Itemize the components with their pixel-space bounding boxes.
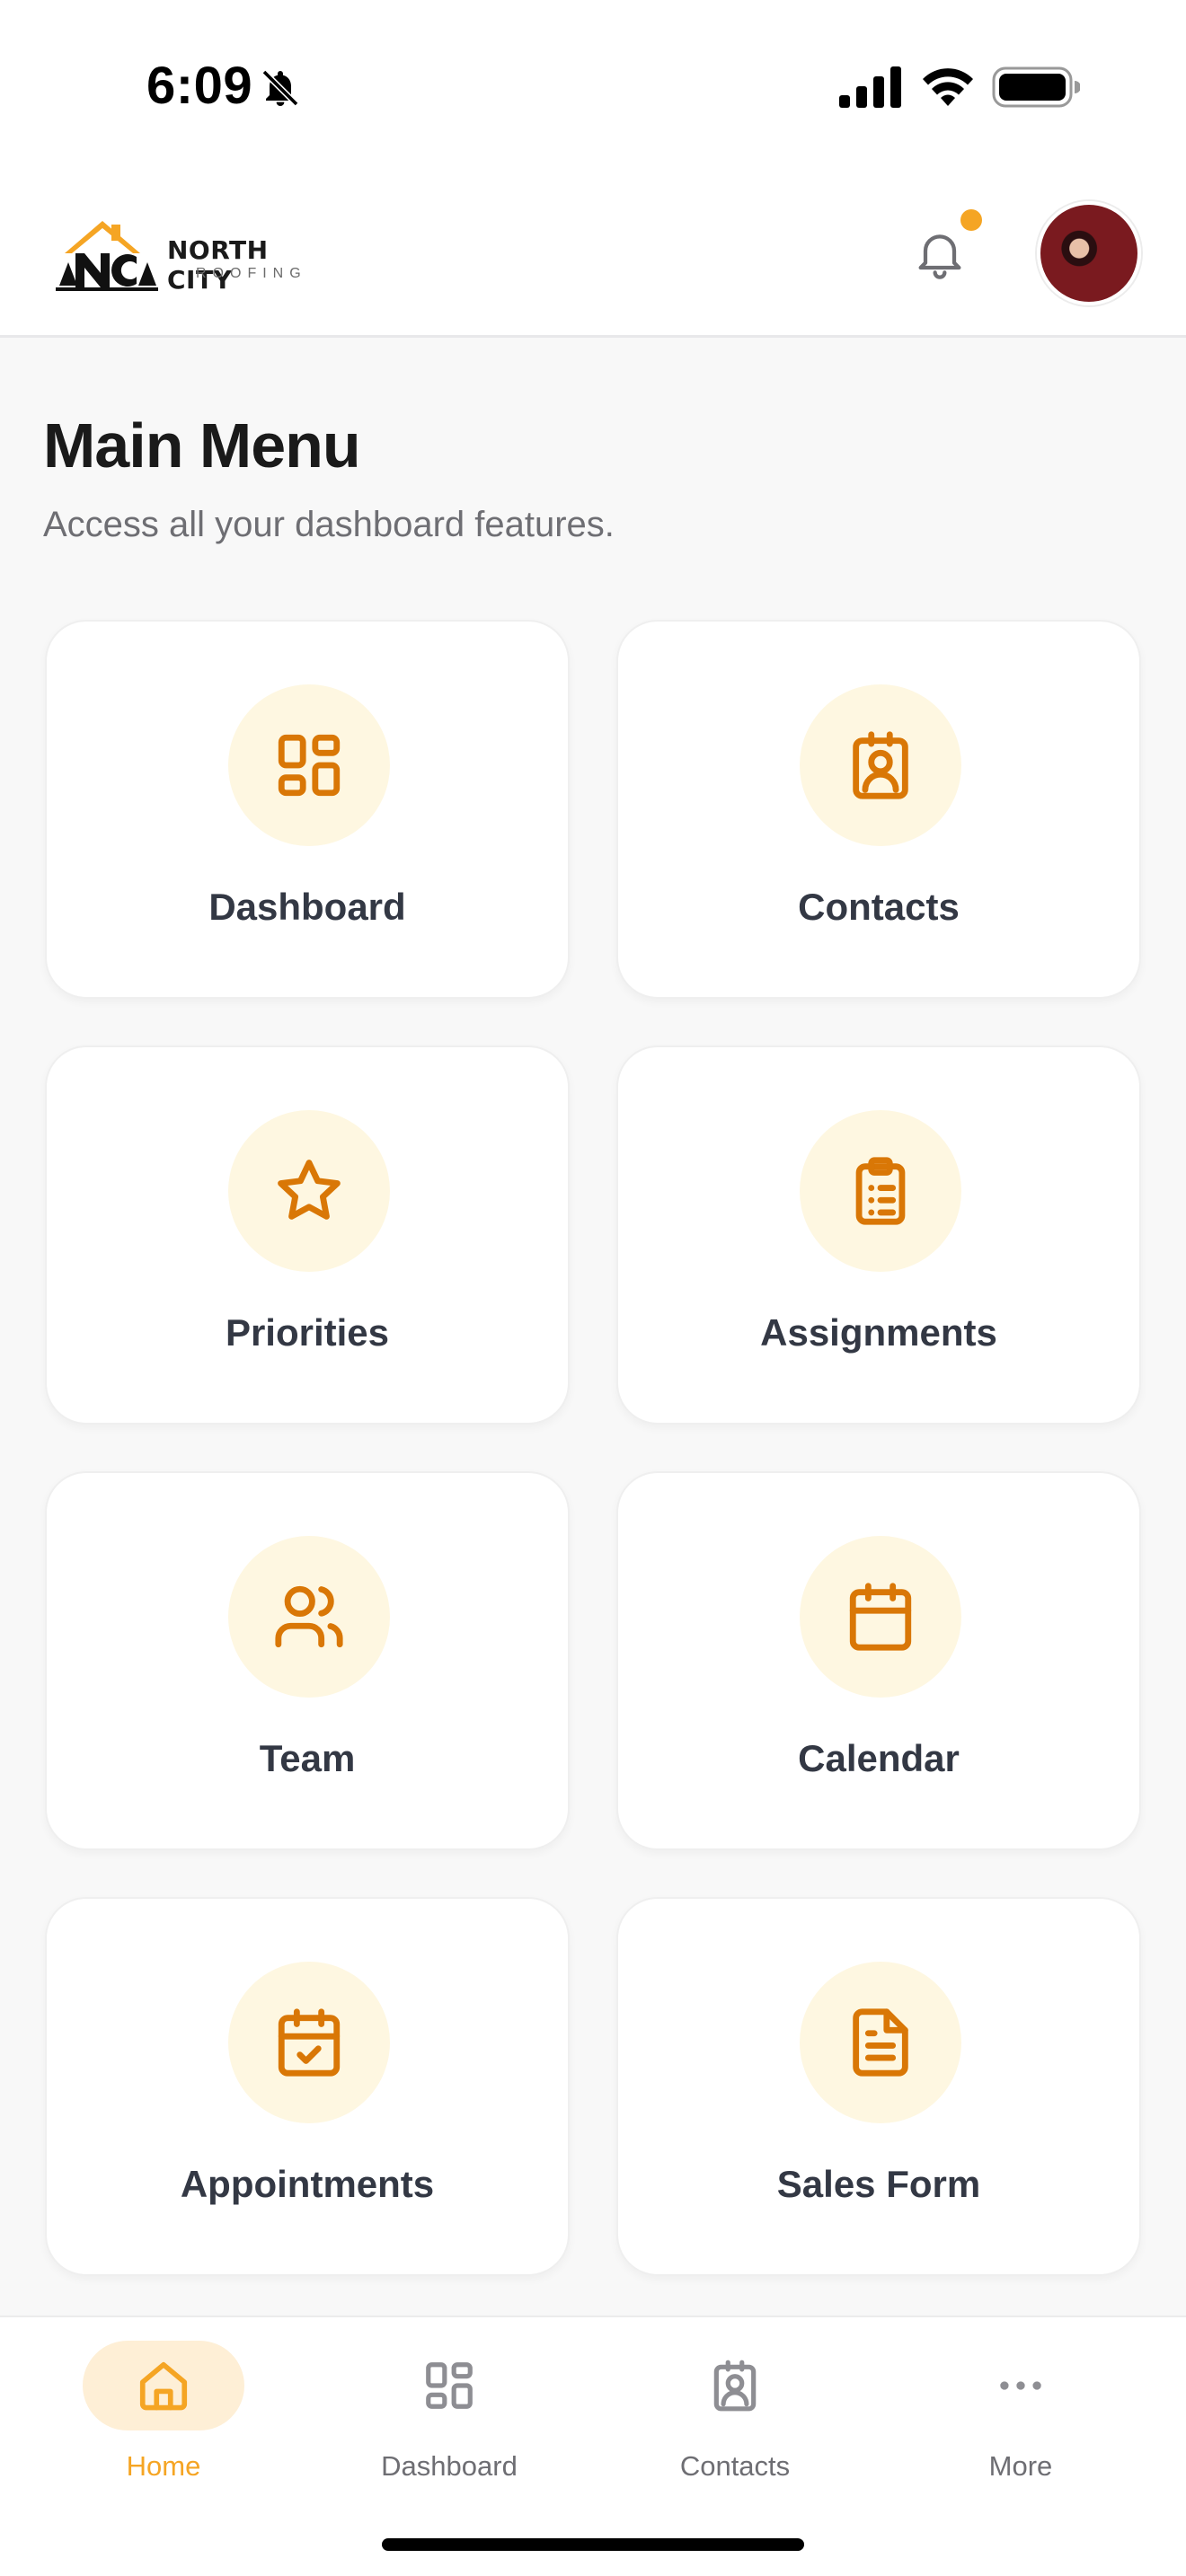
home-icon <box>139 2361 188 2411</box>
contact-card-icon <box>853 731 908 799</box>
users-icon <box>275 1585 343 1648</box>
dashboard-grid-icon <box>278 734 341 797</box>
menu-card-label: Dashboard <box>208 886 406 928</box>
document-icon <box>853 2008 908 2077</box>
menu-card-label: Appointments <box>180 2163 435 2205</box>
more-dots-icon <box>1000 2381 1041 2390</box>
card-icon-bg <box>800 1962 961 2123</box>
menu-card-label: Contacts <box>798 886 960 928</box>
menu-card-assignments[interactable]: Assignments <box>616 1045 1141 1425</box>
card-icon-bg <box>228 1962 390 2123</box>
calendar-check-icon <box>278 2008 341 2077</box>
screen: 6:09 NORTH CITY ROOFING Main Menu Access… <box>0 0 1186 2576</box>
menu-card-calendar[interactable]: Calendar <box>616 1471 1141 1850</box>
menu-card-priorities[interactable]: Priorities <box>45 1045 570 1425</box>
menu-card-contacts[interactable]: Contacts <box>616 620 1141 999</box>
nav-label: Dashboard <box>381 2450 518 2482</box>
calendar-icon <box>849 1583 912 1651</box>
app-header: NORTH CITY ROOFING <box>0 171 1186 338</box>
menu-card-label: Assignments <box>760 1311 997 1354</box>
star-icon <box>278 1160 341 1220</box>
menu-card-label: Team <box>259 1737 356 1779</box>
page-title: Main Menu <box>43 410 361 481</box>
card-icon-bg <box>800 1110 961 1272</box>
nav-label: More <box>988 2450 1053 2482</box>
notification-dot <box>960 209 982 231</box>
contact-card-icon <box>713 2360 757 2412</box>
page-subtitle: Access all your dashboard features. <box>43 505 615 544</box>
company-logo[interactable]: NORTH CITY ROOFING <box>52 217 340 295</box>
menu-card-label: Priorities <box>225 1311 390 1354</box>
card-icon-bg <box>800 684 961 846</box>
nav-icon-pill <box>83 2341 244 2430</box>
nav-label: Home <box>126 2450 201 2482</box>
card-icon-bg <box>228 1110 390 1272</box>
clipboard-list-icon <box>855 1157 906 1225</box>
menu-card-sales-form[interactable]: Sales Form <box>616 1897 1141 2276</box>
battery-icon <box>992 66 1080 108</box>
logo-subtitle: ROOFING <box>196 266 307 281</box>
nav-item-dashboard[interactable]: Dashboard <box>314 2341 584 2502</box>
wifi-icon <box>923 68 973 106</box>
card-icon-bg <box>228 684 390 846</box>
dashboard-grid-icon <box>426 2362 473 2409</box>
bell-icon[interactable] <box>911 225 969 282</box>
nav-item-contacts[interactable]: Contacts <box>600 2341 870 2502</box>
menu-card-label: Calendar <box>798 1737 960 1779</box>
status-time: 6:09 <box>146 57 253 115</box>
nav-icon-pill <box>940 2341 1102 2430</box>
menu-grid: Dashboard Contacts Priorities Assignment… <box>45 620 1141 2276</box>
logo-title: NORTH CITY <box>167 235 269 295</box>
menu-card-team[interactable]: Team <box>45 1471 570 1850</box>
avatar[interactable] <box>1037 201 1141 305</box>
nav-label: Contacts <box>679 2450 791 2482</box>
status-bar: 6:09 <box>0 0 1186 171</box>
home-indicator <box>382 2538 804 2551</box>
menu-card-dashboard[interactable]: Dashboard <box>45 620 570 999</box>
nav-icon-pill <box>368 2341 530 2430</box>
bell-slash-icon <box>261 69 299 107</box>
nav-icon-pill <box>654 2341 816 2430</box>
nav-item-home[interactable]: Home <box>29 2341 298 2502</box>
card-icon-bg <box>800 1536 961 1698</box>
bottom-nav: Home Dashboard Contacts More <box>0 2316 1186 2576</box>
roof-logo-icon <box>56 221 158 291</box>
menu-card-label: Sales Form <box>776 2163 981 2205</box>
menu-card-appointments[interactable]: Appointments <box>45 1897 570 2276</box>
nav-item-more[interactable]: More <box>886 2341 1155 2502</box>
card-icon-bg <box>228 1536 390 1698</box>
cellular-signal-icon <box>839 66 901 108</box>
